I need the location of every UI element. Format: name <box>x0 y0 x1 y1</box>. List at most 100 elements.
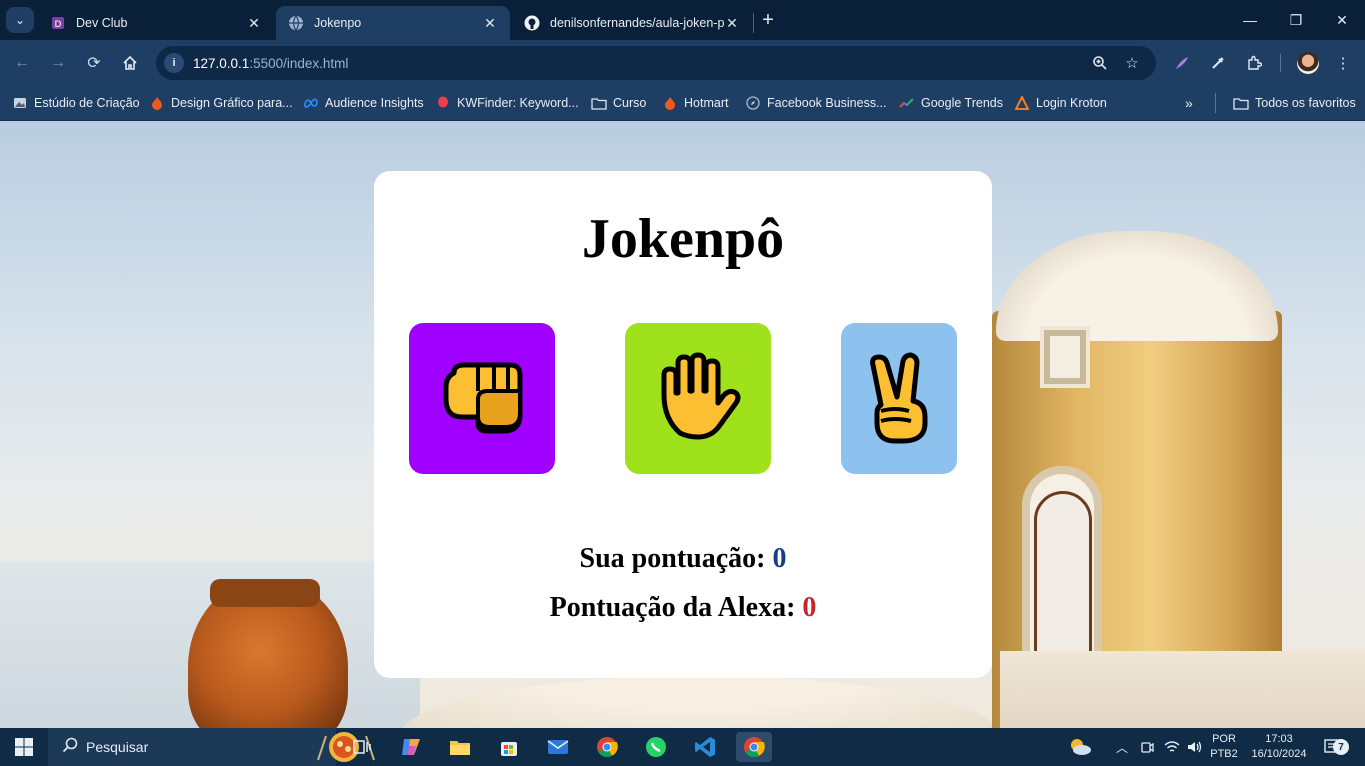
tab-jokenpo[interactable]: Jokenpo ✕ <box>276 6 510 40</box>
feather-extension-icon[interactable] <box>1170 51 1194 75</box>
close-window-button[interactable]: ✕ <box>1319 0 1365 40</box>
copilot-button[interactable] <box>393 732 429 762</box>
keyboard-layout: PTB2 <box>1210 748 1238 760</box>
search-icon <box>62 737 78 758</box>
bookmark-design-grafico[interactable]: Design Gráfico para... <box>149 93 293 113</box>
url-text[interactable]: 127.0.0.1:5500/index.html <box>193 56 348 71</box>
paper-button[interactable] <box>625 323 771 474</box>
tab-strip: ⌄ D Dev Club ✕ Jokenpo ✕ denilsonfernand… <box>0 0 1365 40</box>
minimize-button[interactable]: — <box>1227 0 1273 40</box>
taskbar: Pesquisar ︿ POR PTB2 17:03 16/10/2024 7 <box>0 728 1365 766</box>
file-explorer-button[interactable] <box>442 732 478 762</box>
windows-start-button[interactable] <box>8 732 40 762</box>
tab-title: denilsonfernandes/aula-joken-p <box>550 16 724 30</box>
flame-icon <box>662 95 678 111</box>
mail-button[interactable] <box>540 732 576 762</box>
mail-icon <box>547 740 569 754</box>
tab-search-button[interactable]: ⌄ <box>6 7 34 33</box>
tab-github[interactable]: denilsonfernandes/aula-joken-p ✕ <box>512 6 752 40</box>
more-bookmarks-button[interactable]: » <box>1185 93 1193 113</box>
language-code: POR <box>1212 733 1236 745</box>
page-viewport: Jokenpô Sua pontuação: 0 Pontuação da Al… <box>0 121 1365 728</box>
wifi-icon[interactable] <box>1162 728 1182 766</box>
all-bookmarks-button[interactable]: Todos os favoritos <box>1233 93 1356 113</box>
bookmark-curso[interactable]: Curso <box>591 93 646 113</box>
tab-title: Jokenpo <box>314 16 362 30</box>
bookmarks-bar: Estúdio de Criação Design Gráfico para..… <box>0 86 1365 121</box>
bookmark-label: Audience Insights <box>325 96 424 110</box>
bookmark-hotmart[interactable]: Hotmart <box>662 93 728 113</box>
task-view-button[interactable] <box>344 732 380 762</box>
more-menu-icon[interactable]: ⋮ <box>1331 51 1355 75</box>
copilot-icon <box>402 739 420 755</box>
compass-icon <box>745 95 761 111</box>
game-card: Jokenpô Sua pontuação: 0 Pontuação da Al… <box>374 171 992 678</box>
notification-badge: 7 <box>1333 739 1349 755</box>
microsoft-store-button[interactable] <box>491 732 527 762</box>
rock-button[interactable] <box>409 323 555 474</box>
site-info-icon[interactable]: i <box>164 53 184 73</box>
bookmark-estudio[interactable]: Estúdio de Criação <box>12 93 140 113</box>
star-icon[interactable]: ☆ <box>1122 53 1142 73</box>
bookmark-audience-insights[interactable]: Audience Insights <box>303 93 424 113</box>
fist-icon <box>443 362 523 433</box>
machine-score-label: Pontuação da Alexa: <box>549 592 803 623</box>
victory-hand-icon <box>870 352 928 443</box>
weather-icon[interactable] <box>1066 728 1094 766</box>
address-bar[interactable]: i 127.0.0.1:5500/index.html ☆ <box>156 46 1156 80</box>
taskbar-search[interactable]: Pesquisar <box>48 728 375 766</box>
globe-icon <box>288 15 304 31</box>
close-icon[interactable]: ✕ <box>482 15 498 32</box>
forward-button[interactable]: → <box>45 50 71 76</box>
chrome-icon <box>597 737 618 758</box>
reload-button[interactable]: ⟳ <box>81 50 107 76</box>
bookmark-label: Design Gráfico para... <box>171 96 293 110</box>
trend-icon <box>899 95 915 111</box>
eyedropper-extension-icon[interactable] <box>1206 51 1230 75</box>
whatsapp-button[interactable] <box>638 732 674 762</box>
bookmark-kwfinder[interactable]: KWFinder: Keyword... <box>435 93 579 113</box>
scissors-button[interactable] <box>841 323 957 474</box>
close-icon[interactable]: ✕ <box>724 15 740 32</box>
player-score: Sua pontuação: 0 <box>374 543 992 575</box>
whatsapp-icon <box>646 737 666 757</box>
home-button[interactable] <box>117 50 143 76</box>
chevron-up-icon[interactable]: ︿ <box>1112 728 1132 766</box>
meta-icon <box>303 95 319 111</box>
tab-separator <box>753 13 754 33</box>
open-hand-icon <box>661 352 741 439</box>
bookmark-label: Estúdio de Criação <box>34 96 140 110</box>
clock[interactable]: 17:03 16/10/2024 <box>1246 728 1312 766</box>
close-icon[interactable]: ✕ <box>246 15 262 32</box>
extensions-icon[interactable] <box>1242 51 1266 75</box>
bookmarks-separator <box>1215 93 1216 113</box>
zoom-icon[interactable] <box>1090 53 1110 73</box>
meet-now-icon[interactable] <box>1138 728 1156 766</box>
player-score-value: 0 <box>772 543 787 574</box>
url-path: :5500/index.html <box>249 55 349 71</box>
bookmark-google-trends[interactable]: Google Trends <box>899 93 1003 113</box>
restore-button[interactable]: ❐ <box>1273 0 1319 40</box>
profile-avatar[interactable] <box>1297 52 1319 74</box>
url-host: 127.0.0.1 <box>193 55 250 71</box>
machine-score-value: 0 <box>802 592 817 623</box>
windows-logo-icon <box>15 738 33 756</box>
toolbar-separator <box>1280 54 1281 72</box>
balloon-icon <box>435 95 451 111</box>
volume-icon[interactable] <box>1184 728 1204 766</box>
bookmark-login-kroton[interactable]: Login Kroton <box>1014 93 1107 113</box>
back-button[interactable]: ← <box>9 50 35 76</box>
input-language[interactable]: POR PTB2 <box>1206 728 1242 766</box>
chrome-active-button[interactable] <box>736 732 772 762</box>
chrome-button[interactable] <box>589 732 625 762</box>
github-icon <box>524 15 540 31</box>
svg-text:D: D <box>55 20 62 30</box>
tab-dev-club[interactable]: D Dev Club ✕ <box>38 6 274 40</box>
vscode-button[interactable] <box>687 732 723 762</box>
bookmark-facebook-business[interactable]: Facebook Business... <box>745 93 887 113</box>
store-icon <box>501 742 517 756</box>
new-tab-button[interactable]: + <box>756 8 780 32</box>
chevron-double-right-icon: » <box>1185 95 1193 111</box>
home-icon <box>123 55 137 70</box>
folder-icon <box>591 95 607 111</box>
